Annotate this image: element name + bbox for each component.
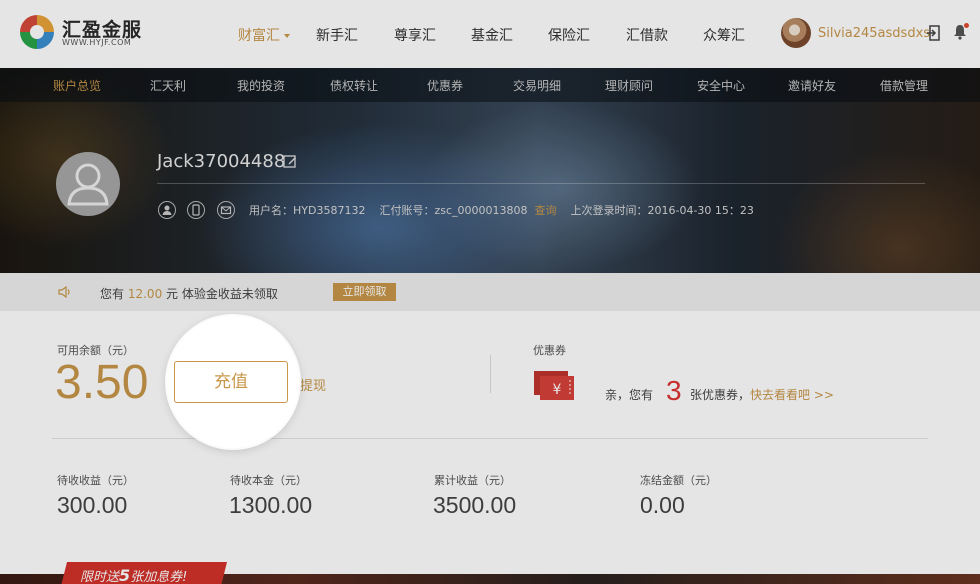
brand-domain: WWW.HYJF.COM [62, 38, 132, 47]
query-link[interactable]: 查询 [535, 204, 557, 217]
stat-label-pending-income: 待收收益（元） [57, 474, 134, 487]
coupon-suffix-line: 张优惠券，快去看看吧 >> [690, 386, 834, 403]
profile-avatar[interactable] [56, 152, 120, 216]
notice-text: 您有 12.00 元 体验金收益未领取 [100, 285, 278, 302]
stat-label-total-income: 累计收益（元） [434, 474, 511, 487]
balance-value: 3.50 [55, 356, 149, 409]
promo-prefix: 限时送 [80, 570, 120, 584]
promo-number: 5 [119, 566, 131, 584]
promo-text: 限时送5张加息券! [80, 566, 187, 584]
last-login-label: 上次登录时间： [570, 204, 648, 217]
sub-nav-item-transactions[interactable]: 交易明细 [513, 77, 561, 94]
stat-label-frozen: 冻结金额（元） [640, 474, 717, 487]
last-login-value: 2016-04-30 15：23 [647, 204, 754, 217]
main-nav-item-wealth[interactable]: 财富汇 [238, 25, 290, 45]
sub-nav-item-investments[interactable]: 我的投资 [237, 77, 285, 94]
stat-value-pending-principal: 1300.00 [229, 492, 313, 518]
identity-verified-icon[interactable] [158, 201, 176, 219]
huifu-label: 汇付账号： [379, 204, 435, 217]
main-nav-item-loan[interactable]: 汇借款 [626, 25, 668, 45]
profile-display-name: Jack37004488 [157, 151, 286, 172]
main-nav-item-premium[interactable]: 尊享汇 [394, 25, 436, 45]
coupon-label: 优惠券 [533, 344, 566, 357]
notice-prefix: 您有 [100, 287, 125, 301]
notice-bar: 您有 12.00 元 体验金收益未领取 立即领取 [0, 273, 980, 311]
svg-text:¥: ¥ [553, 382, 562, 398]
page: 汇盈金服 WWW.HYJF.COM 财富汇 新手汇 尊享汇 基金汇 保险汇 汇借… [0, 0, 980, 584]
sub-nav-item-advisor[interactable]: 理财顾问 [605, 77, 653, 94]
main-nav-label: 财富汇 [238, 28, 280, 44]
stats-divider [52, 438, 928, 439]
brand-logo[interactable]: 汇盈金服 WWW.HYJF.COM [18, 13, 178, 53]
sub-nav-item-invite[interactable]: 邀请好友 [788, 77, 836, 94]
main-nav-item-crowdfunding[interactable]: 众筹汇 [703, 25, 745, 45]
banner-divider [157, 183, 925, 184]
withdraw-link[interactable]: 提现 [300, 375, 326, 394]
logout-icon[interactable] [926, 25, 940, 41]
main-nav-item-fund[interactable]: 基金汇 [471, 25, 513, 45]
account-info-line: 用户名：HYD3587132 汇付账号：zsc_0000013808 查询 上次… [249, 202, 754, 218]
sub-nav: 账户总览 汇天利 我的投资 债权转让 优惠券 交易明细 理财顾问 安全中心 邀请… [0, 68, 980, 102]
coupon-suffix: 张优惠券， [690, 388, 751, 402]
notification-dot [964, 23, 969, 28]
huifu-account: zsc_0000013808 [434, 204, 528, 217]
promo-suffix: 张加息券! [130, 570, 188, 584]
chevron-down-icon [284, 34, 290, 38]
sub-nav-item-debt-transfer[interactable]: 债权转让 [330, 77, 378, 94]
top-header: 汇盈金服 WWW.HYJF.COM 财富汇 新手汇 尊享汇 基金汇 保险汇 汇借… [0, 0, 980, 68]
speaker-icon [58, 286, 70, 298]
main-nav-item-insurance[interactable]: 保险汇 [548, 25, 590, 45]
sub-nav-item-borrowing[interactable]: 借款管理 [880, 77, 928, 94]
coupon-count: 3 [666, 375, 682, 406]
stat-value-total-income: 3500.00 [433, 492, 517, 518]
sub-nav-item-htl[interactable]: 汇天利 [150, 77, 186, 94]
claim-now-button[interactable]: 立即领取 [333, 283, 396, 301]
email-verified-icon[interactable] [217, 201, 235, 219]
sub-nav-item-coupons[interactable]: 优惠券 [427, 77, 463, 94]
section-divider [490, 355, 491, 393]
user-silhouette-icon [67, 163, 109, 206]
recharge-button[interactable]: 充值 [174, 361, 288, 403]
user-avatar[interactable] [781, 18, 811, 48]
sub-nav-item-overview[interactable]: 账户总览 [53, 77, 101, 94]
main-nav-item-newbie[interactable]: 新手汇 [316, 25, 358, 45]
edit-icon[interactable] [283, 154, 297, 168]
username-label: 用户名： [249, 204, 293, 217]
coupon-icon: ¥ [534, 371, 574, 400]
brand-logo-icon [20, 15, 54, 49]
profile-banner: 账户总览 汇天利 我的投资 债权转让 优惠券 交易明细 理财顾问 安全中心 邀请… [0, 68, 980, 273]
notice-amount: 12.00 [127, 287, 163, 301]
user-name[interactable]: Silvia245asdsdxs [818, 26, 930, 41]
stat-value-pending-income: 300.00 [57, 492, 128, 518]
stat-value-frozen: 0.00 [640, 492, 685, 518]
view-coupons-link[interactable]: 快去看看吧 >> [750, 388, 834, 402]
sub-nav-item-security[interactable]: 安全中心 [697, 77, 745, 94]
notice-suffix: 元 体验金收益未领取 [166, 287, 278, 301]
username-value: HYD3587132 [293, 204, 366, 217]
stat-label-pending-principal: 待收本金（元） [230, 474, 307, 487]
coupon-prefix: 亲，您有 [605, 388, 654, 402]
phone-verified-icon[interactable] [187, 201, 205, 219]
